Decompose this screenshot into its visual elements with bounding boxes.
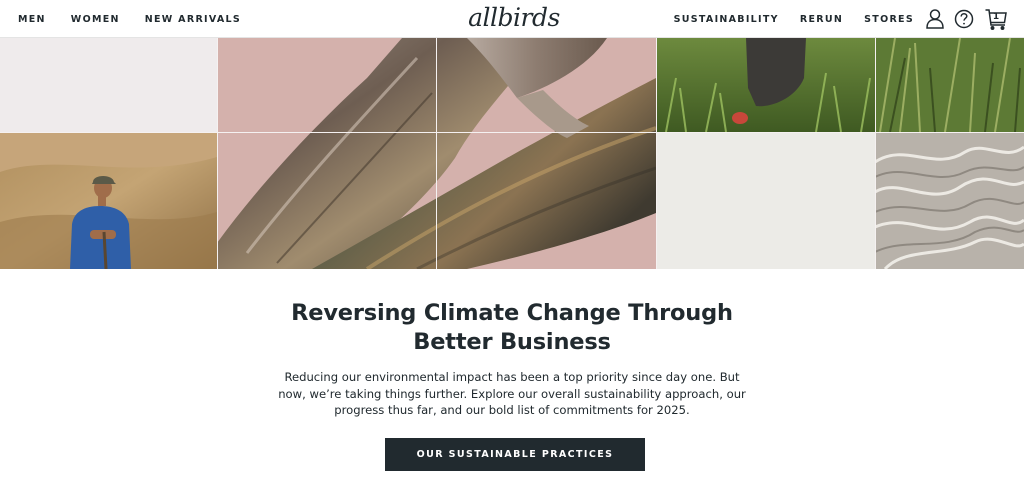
nav-new-arrivals[interactable]: NEW ARRIVALS (145, 14, 241, 25)
hero-tile-plain (0, 38, 217, 132)
cart-icon[interactable]: 1 (983, 6, 1009, 32)
hero-grid-line (436, 38, 437, 269)
hero-grid-line (0, 132, 1024, 133)
hero-mosaic (0, 38, 1024, 269)
secondary-nav: SUSTAINABILITY RERUN STORES (653, 0, 914, 38)
help-icon[interactable] (951, 6, 977, 32)
cart-count-badge: 1 (992, 12, 1000, 22)
nav-stores[interactable]: STORES (864, 14, 914, 25)
wool-fibers-image (875, 132, 1024, 269)
page-headline: Reversing Climate Change Through Better … (291, 300, 733, 355)
nav-men[interactable]: MEN (18, 14, 46, 25)
grass-image (875, 38, 1024, 132)
shepherd-hillside-image (0, 132, 217, 269)
allbirds-logo[interactable]: allbirds (468, 1, 560, 35)
site-header: MEN WOMEN NEW ARRIVALS allbirds SUSTAINA… (0, 0, 1024, 38)
primary-nav: MEN WOMEN NEW ARRIVALS (18, 0, 266, 38)
nav-women[interactable]: WOMEN (71, 14, 120, 25)
intro-paragraph: Reducing our environmental impact has be… (278, 370, 746, 418)
hero-grid-line (217, 38, 218, 269)
account-icon[interactable] (922, 6, 948, 32)
nav-rerun[interactable]: RERUN (800, 14, 843, 25)
sustainable-practices-button[interactable]: OUR SUSTAINABLE PRACTICES (385, 438, 645, 471)
hero-grid-line (875, 38, 876, 269)
nav-sustainability[interactable]: SUSTAINABILITY (674, 14, 779, 25)
grass-boot-image (656, 38, 875, 132)
hero-grid-line (656, 38, 657, 269)
hero-tile-plain-2 (656, 132, 875, 269)
